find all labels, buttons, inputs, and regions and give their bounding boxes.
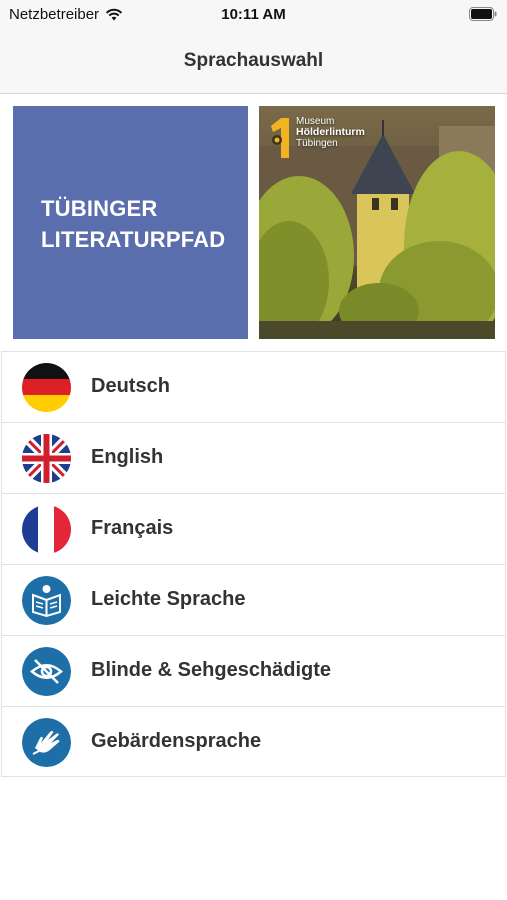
language-label: English	[91, 446, 164, 468]
banner-title: TÜBINGER LITERATURPFAD	[41, 193, 241, 255]
museum-logo: Museum Hölderlinturm Tübingen	[269, 116, 365, 160]
language-item-blinde[interactable]: Blinde & Sehgeschädigte	[1, 635, 506, 706]
status-bar: Netzbetreiber 10:11 AM	[0, 0, 507, 28]
language-list: Deutsch English Français Leichte Sprache…	[1, 351, 506, 777]
language-item-english[interactable]: English	[1, 422, 506, 493]
hoelderlinturm-photo: Museum Hölderlinturm Tübingen	[259, 106, 495, 339]
battery-icon	[469, 7, 497, 21]
museum-line3: Tübingen	[296, 138, 338, 149]
header-banner: TÜBINGER LITERATURPFAD Museum Hölderlint…	[13, 106, 495, 339]
banner-title-line2: LITERATURPFAD	[41, 227, 226, 252]
navigation-bar: Sprachauswahl	[0, 28, 507, 94]
german-flag-icon	[22, 363, 71, 412]
language-item-deutsch[interactable]: Deutsch	[1, 351, 506, 422]
language-item-francais[interactable]: Français	[1, 493, 506, 564]
visually-impaired-icon	[22, 647, 71, 696]
language-label: Leichte Sprache	[91, 588, 246, 610]
museum-name: Museum Hölderlinturm Tübingen	[296, 116, 365, 149]
french-flag-icon	[22, 505, 71, 554]
museum-line2: Hölderlinturm	[296, 126, 365, 138]
language-label: Gebärdensprache	[91, 730, 262, 752]
literaturpfad-tile: TÜBINGER LITERATURPFAD	[13, 106, 248, 339]
clock: 10:11 AM	[221, 6, 286, 23]
language-label: Français	[91, 517, 174, 539]
language-label: Deutsch	[91, 375, 170, 397]
language-item-gebaerdensprache[interactable]: Gebärdensprache	[1, 706, 506, 777]
page-title: Sprachauswahl	[183, 50, 324, 71]
banner-title-line1: TÜBINGER	[41, 196, 158, 221]
uk-flag-icon	[22, 434, 71, 483]
easy-language-icon	[22, 576, 71, 625]
museum-logo-mark	[271, 118, 289, 158]
language-item-leichte-sprache[interactable]: Leichte Sprache	[1, 564, 506, 635]
language-label: Blinde & Sehgeschädigte	[91, 659, 332, 681]
sign-language-icon	[22, 718, 71, 767]
